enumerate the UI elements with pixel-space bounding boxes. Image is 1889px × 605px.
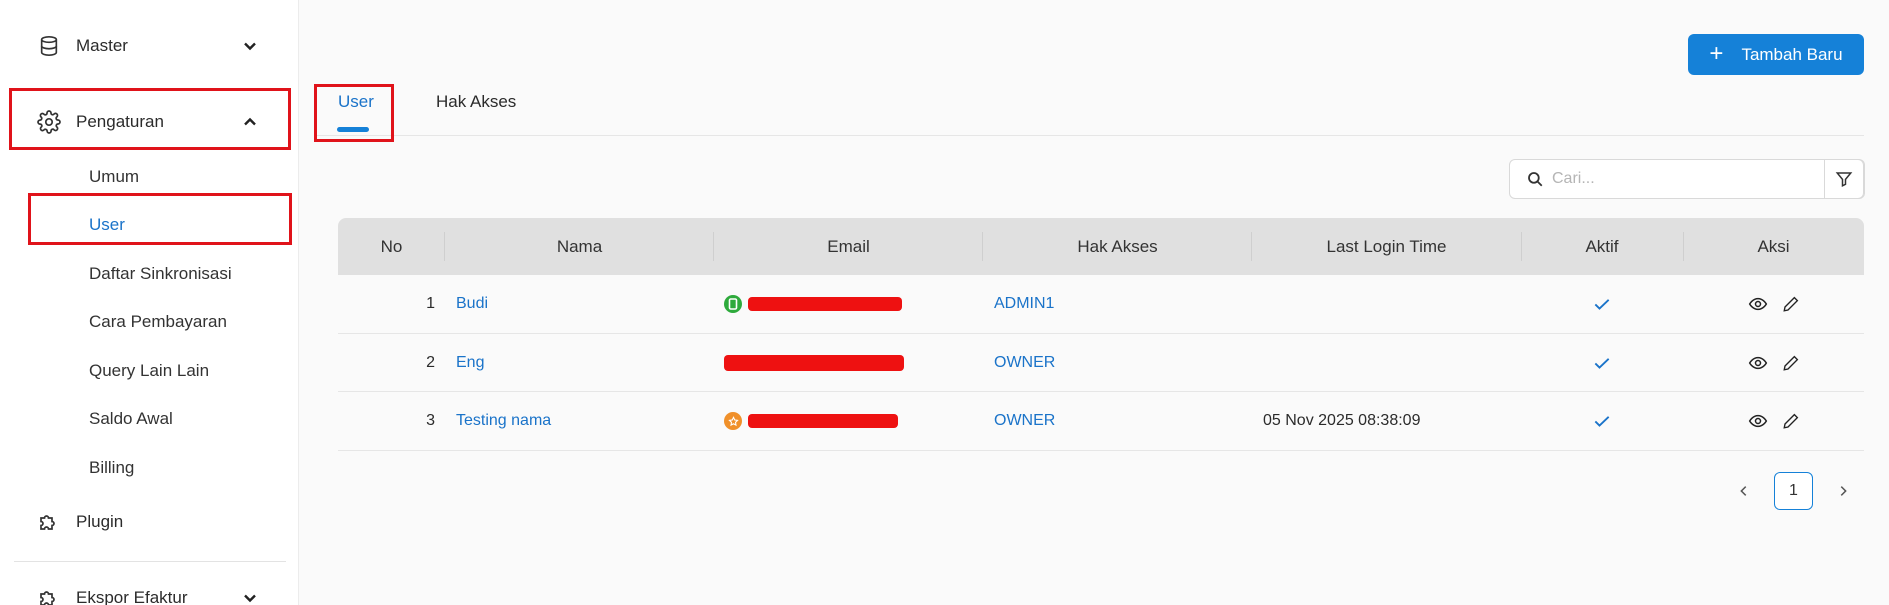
- table-header: No Nama Email Hak Akses Last Login Time …: [338, 218, 1864, 275]
- pagination-page-1[interactable]: 1: [1774, 472, 1813, 510]
- eye-icon[interactable]: [1748, 294, 1768, 314]
- search-icon: [1528, 172, 1543, 187]
- pencil-icon[interactable]: [1782, 412, 1800, 430]
- cell-email: [724, 392, 898, 450]
- cell-no: 2: [426, 353, 435, 371]
- sidebar-subitem-saldo-awal[interactable]: Saldo Awal: [89, 404, 173, 434]
- eye-icon[interactable]: [1748, 353, 1768, 373]
- table-row: 3 Testing nama OWNER 05 Nov 2025 08:38:0…: [338, 392, 1864, 451]
- cell-nama-link[interactable]: Testing nama: [456, 392, 551, 450]
- filter-icon: [1835, 172, 1853, 187]
- puzzle-icon: [36, 509, 62, 535]
- gear-icon: [36, 109, 62, 135]
- highlight-box-user: [28, 193, 292, 245]
- sidebar-item-label: Master: [76, 36, 128, 55]
- cell-aktif: [1521, 334, 1683, 392]
- cell-nama-link[interactable]: Eng: [456, 334, 484, 392]
- star-icon: [724, 412, 742, 430]
- redacted-email: [748, 297, 902, 311]
- sidebar-subitem-umum[interactable]: Umum: [89, 162, 139, 192]
- add-new-button-label: Tambah Baru: [1741, 44, 1843, 64]
- column-header-email: Email: [827, 236, 870, 256]
- cell-aksi: [1683, 334, 1864, 392]
- column-header-no: No: [380, 236, 403, 256]
- sidebar-item-plugin[interactable]: Plugin: [36, 502, 268, 542]
- column-header-last-login-time: Last Login Time: [1326, 236, 1447, 256]
- filter-button[interactable]: [1824, 159, 1864, 199]
- cell-no: 1: [426, 295, 435, 312]
- redacted-email: [748, 414, 898, 428]
- sidebar-subitem-query-lain-lain[interactable]: Query Lain Lain: [89, 356, 209, 386]
- cell-nama-link[interactable]: Budi: [456, 275, 488, 333]
- redacted-email: [724, 354, 904, 371]
- sidebar-subitem-cara-pembayaran[interactable]: Cara Pembayaran: [89, 307, 227, 337]
- check-icon: [1594, 357, 1610, 369]
- user-table: No Nama Email Hak Akses Last Login Time …: [338, 218, 1864, 451]
- cell-aktif: [1521, 275, 1683, 333]
- search-input[interactable]: [1552, 170, 1822, 188]
- plus-icon: +: [1709, 39, 1724, 67]
- chevron-down-icon: [244, 594, 256, 603]
- search-box: [1509, 159, 1865, 199]
- cell-email: [724, 334, 904, 392]
- sidebar-item-label: Pengaturan: [76, 112, 164, 131]
- sidebar-subitem-user[interactable]: User: [89, 210, 125, 240]
- check-icon: [1594, 299, 1610, 310]
- puzzle-icon: [36, 585, 62, 605]
- check-icon: [1594, 416, 1610, 427]
- cell-hak-akses-link[interactable]: ADMIN1: [994, 275, 1054, 333]
- cell-aksi: [1683, 275, 1864, 333]
- database-icon: [36, 33, 62, 59]
- phone-icon: [724, 295, 742, 313]
- sidebar-item-label: Plugin: [76, 512, 124, 531]
- eye-icon[interactable]: [1748, 411, 1768, 431]
- cell-no: 3: [426, 412, 435, 429]
- cell-email: [724, 275, 902, 333]
- cell-hak-akses-link[interactable]: OWNER: [994, 392, 1055, 450]
- table-row: 2 Eng OWNER: [338, 333, 1864, 392]
- sidebar-subitem-billing[interactable]: Billing: [89, 453, 134, 483]
- tab-bar: User Hak Akses: [317, 80, 1864, 136]
- chevron-up-icon: [244, 117, 256, 126]
- column-header-aksi: Aksi: [1757, 236, 1790, 256]
- tab-active-indicator: [337, 127, 369, 132]
- pencil-icon[interactable]: [1782, 295, 1800, 313]
- cell-aksi: [1683, 392, 1864, 450]
- add-new-button[interactable]: + Tambah Baru: [1688, 34, 1864, 75]
- tab-hak-akses[interactable]: Hak Akses: [436, 92, 516, 112]
- table-row: 1 Budi ADMIN1: [338, 275, 1864, 334]
- pagination-prev-button[interactable]: [1732, 472, 1756, 510]
- column-header-aktif: Aktif: [1585, 236, 1619, 256]
- sidebar-subitem-daftar-sinkronisasi[interactable]: Daftar Sinkronisasi: [89, 259, 232, 289]
- sidebar: Master Pengaturan Umum User Daftar Sinkr…: [0, 0, 299, 605]
- sidebar-divider: [14, 561, 286, 562]
- column-header-hak-akses: Hak Akses: [1077, 236, 1158, 256]
- pagination-next-button[interactable]: [1831, 472, 1855, 510]
- sidebar-item-pengaturan[interactable]: Pengaturan: [36, 102, 268, 142]
- pencil-icon[interactable]: [1782, 354, 1800, 372]
- chevron-left-icon: [1740, 486, 1747, 496]
- cell-hak-akses-link[interactable]: OWNER: [994, 334, 1055, 392]
- cell-aktif: [1521, 392, 1683, 450]
- sidebar-item-ekspor-efaktur[interactable]: Ekspor Efaktur: [36, 578, 268, 605]
- cell-last-login: 05 Nov 2025 08:38:09: [1263, 412, 1421, 429]
- sidebar-item-label: Ekspor Efaktur: [76, 588, 188, 605]
- chevron-down-icon: [244, 42, 256, 51]
- tab-user[interactable]: User: [338, 92, 374, 112]
- chevron-right-icon: [1840, 486, 1847, 496]
- sidebar-item-master[interactable]: Master: [36, 26, 268, 66]
- column-header-nama: Nama: [556, 236, 603, 256]
